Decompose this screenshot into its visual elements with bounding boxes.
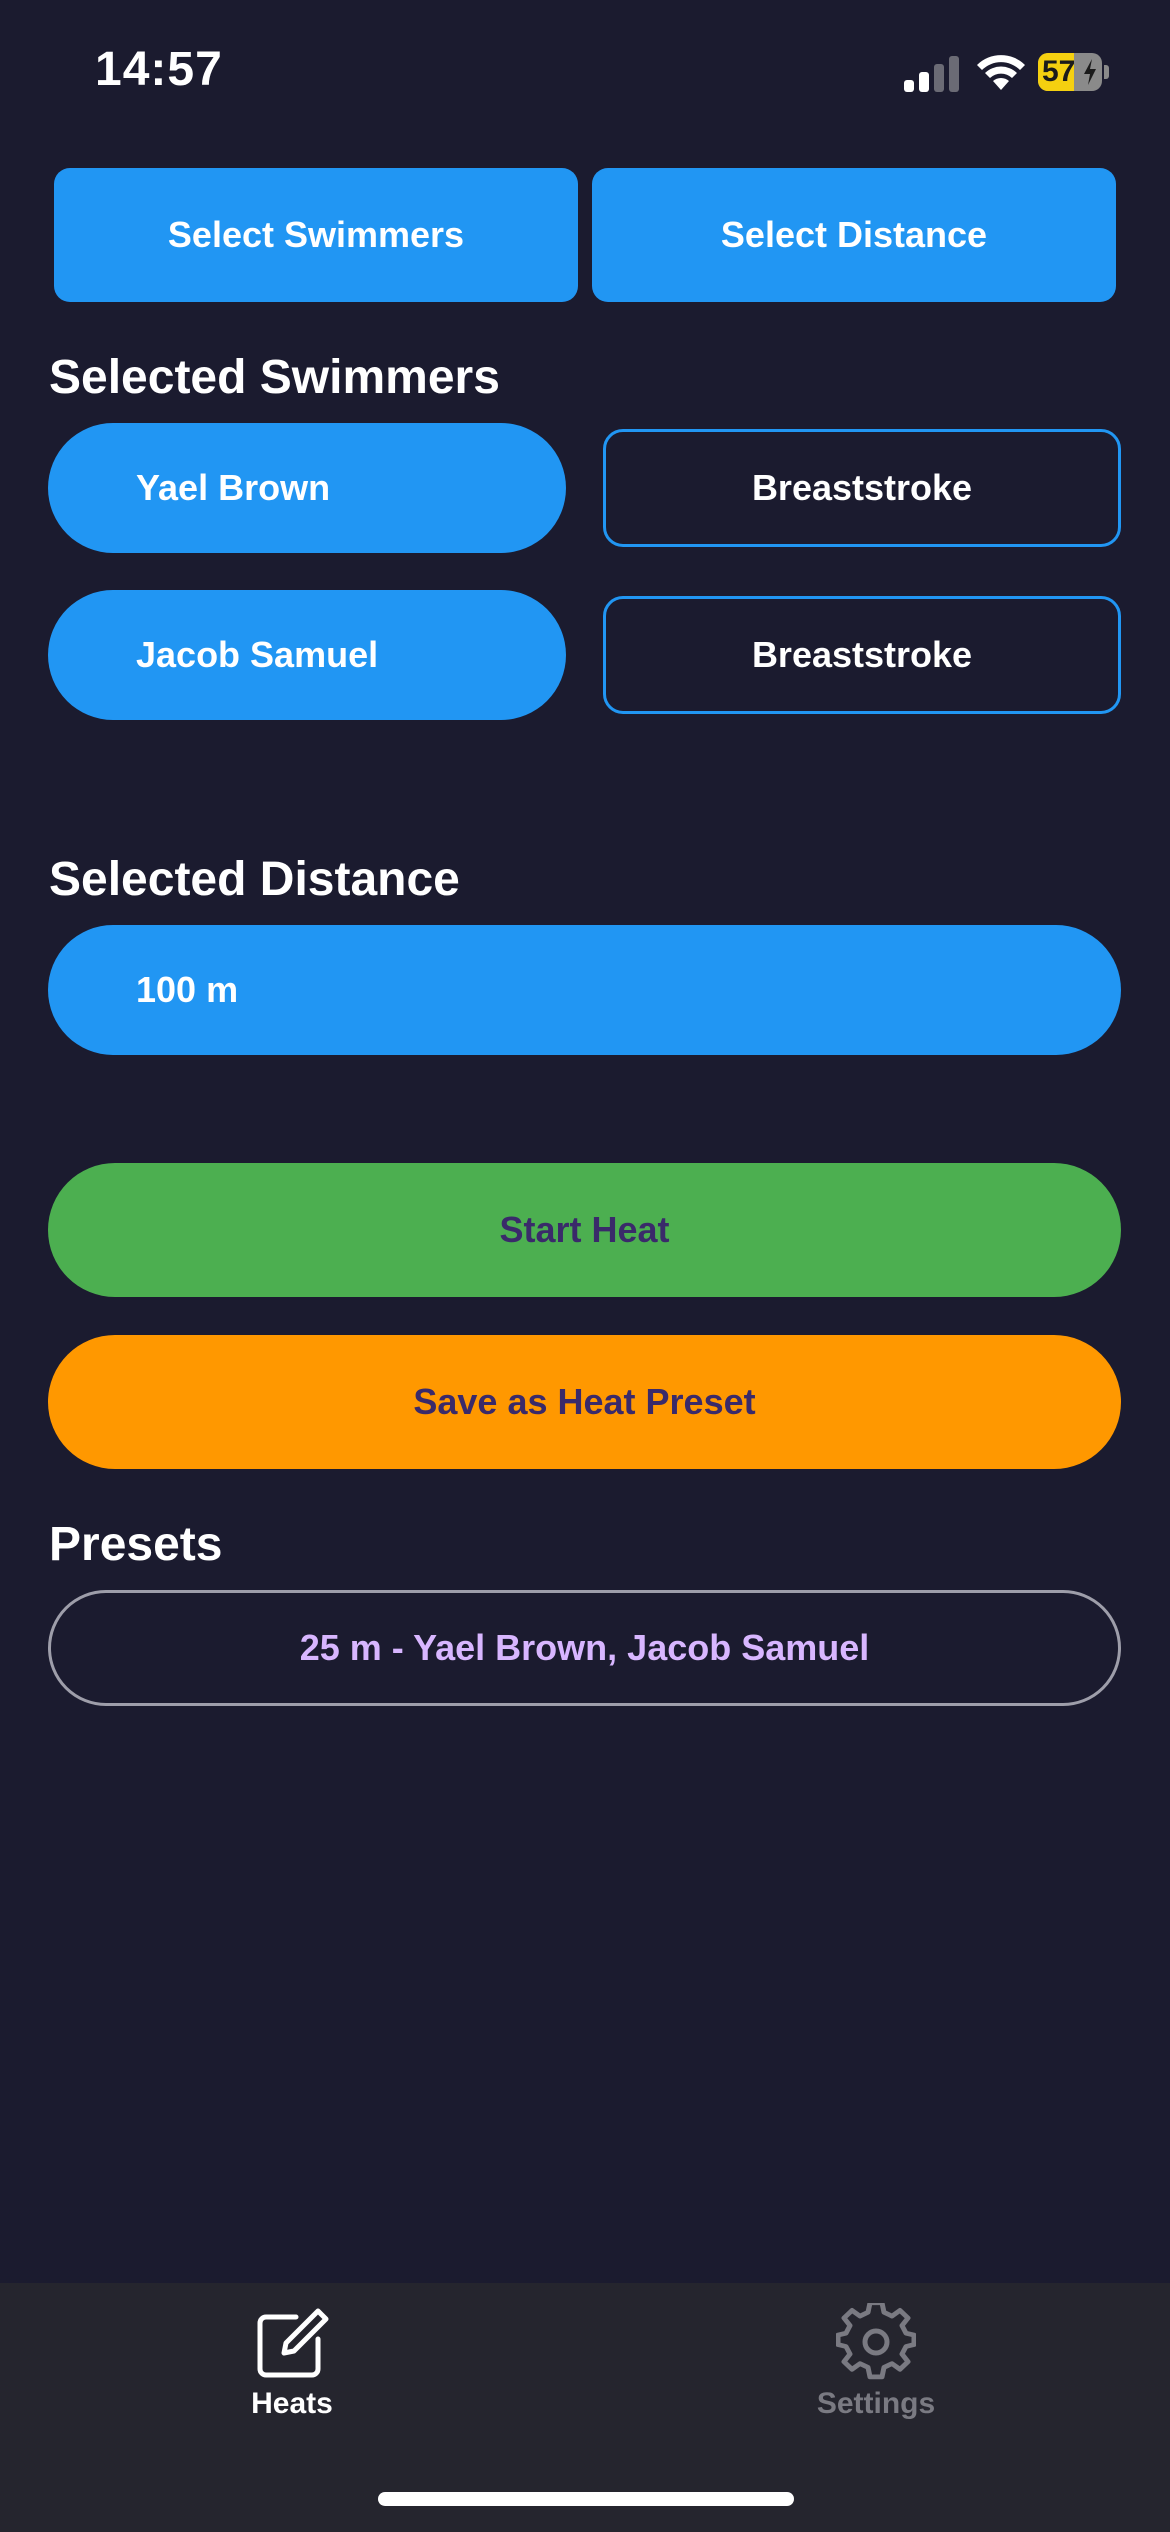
start-heat-button[interactable]: Start Heat	[48, 1163, 1121, 1297]
signal-bar-4	[949, 56, 959, 92]
tab-settings[interactable]: Settings	[746, 2303, 1006, 2443]
save-preset-button[interactable]: Save as Heat Preset	[48, 1335, 1121, 1469]
status-bar: 14:57 57	[0, 0, 1170, 150]
preset-item[interactable]: 25 m - Yael Brown, Jacob Samuel	[48, 1590, 1121, 1706]
selected-swimmers-heading: Selected Swimmers	[49, 351, 500, 404]
charging-bolt-icon	[1084, 59, 1096, 85]
stroke-select-button[interactable]: Breaststroke	[603, 429, 1121, 547]
presets-heading: Presets	[49, 1518, 223, 1571]
edit-icon	[257, 2308, 329, 2378]
tab-heats[interactable]: Heats	[162, 2303, 422, 2443]
battery-icon: 57	[1038, 53, 1110, 91]
signal-bar-1	[904, 80, 914, 92]
selected-distance-heading: Selected Distance	[49, 853, 460, 906]
tab-heats-label: Heats	[251, 2387, 333, 2420]
signal-bar-2	[919, 72, 929, 92]
swimmer-chip[interactable]: Yael Brown	[48, 423, 566, 553]
battery-body: 57	[1038, 53, 1102, 91]
select-swimmers-button[interactable]: Select Swimmers	[54, 168, 578, 302]
home-indicator[interactable]	[378, 2492, 794, 2506]
distance-chip[interactable]: 100 m	[48, 925, 1121, 1055]
swimmer-chip[interactable]: Jacob Samuel	[48, 590, 566, 720]
signal-bar-3	[934, 64, 944, 92]
tab-settings-label: Settings	[816, 2387, 936, 2420]
stroke-select-button[interactable]: Breaststroke	[603, 596, 1121, 714]
cellular-signal-icon	[904, 52, 960, 92]
status-time: 14:57	[95, 43, 223, 96]
gear-icon	[836, 2303, 916, 2380]
battery-level: 57	[1042, 55, 1076, 88]
select-distance-button[interactable]: Select Distance	[592, 168, 1116, 302]
battery-cap	[1104, 65, 1109, 79]
wifi-icon	[977, 55, 1025, 90]
